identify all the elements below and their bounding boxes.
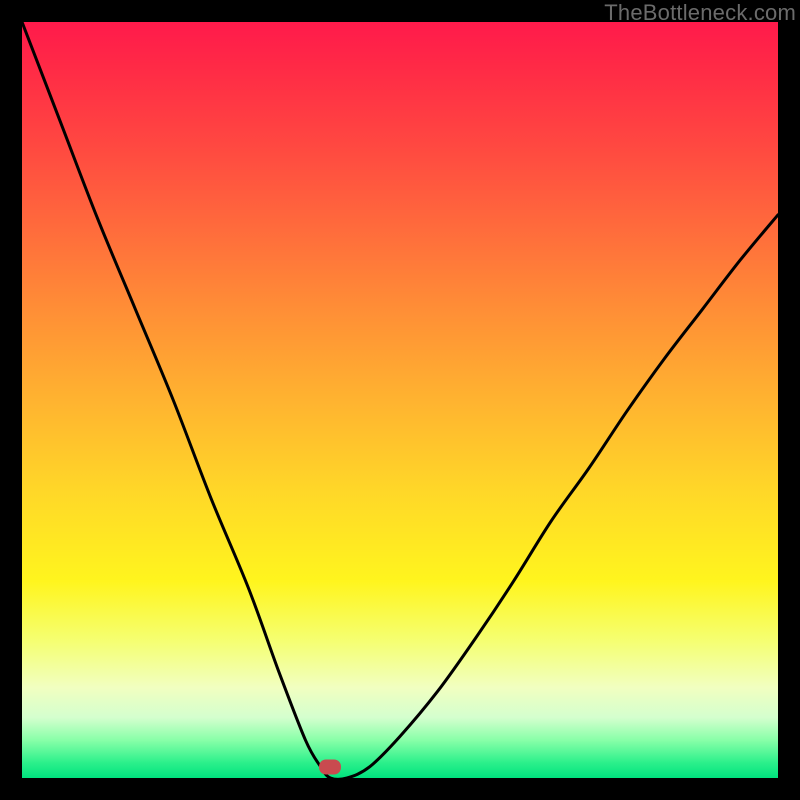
bottleneck-curve [22, 22, 778, 778]
chart-frame [22, 22, 778, 778]
optimal-point-marker [319, 759, 341, 774]
watermark-text: TheBottleneck.com [604, 0, 796, 26]
